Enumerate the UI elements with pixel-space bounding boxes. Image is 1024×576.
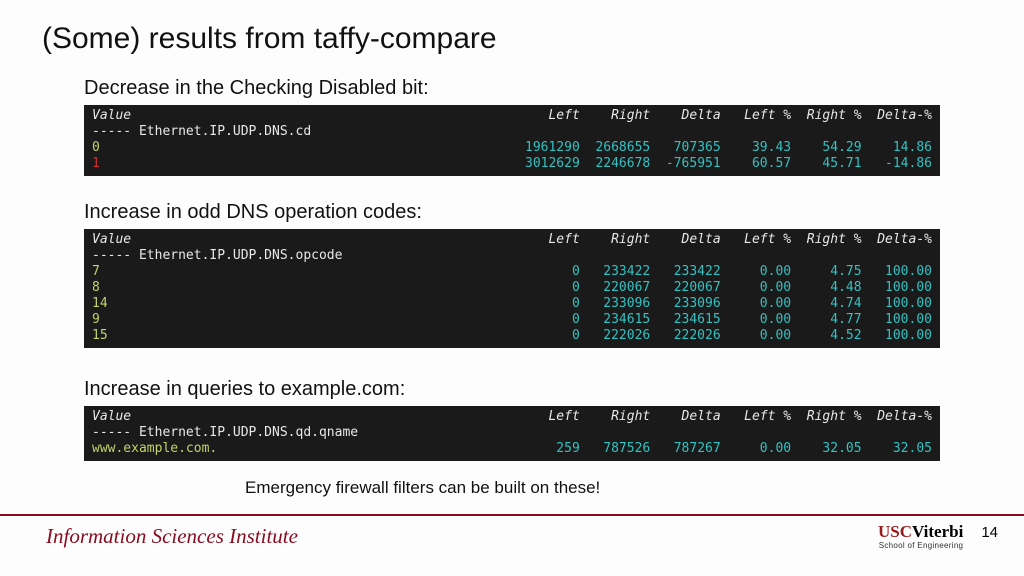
table-row: 9 0 234615 234615 0.00 4.77 100.00	[92, 312, 932, 328]
col-headers: Left Right Delta Left % Right % Delta-%	[470, 108, 932, 124]
subtitle-opcode: Increase in odd DNS operation codes:	[84, 201, 422, 224]
emergency-note: Emergency firewall filters can be built …	[245, 478, 600, 498]
viterbi-text: Viterbi	[912, 522, 963, 541]
qname-v: www.example.com.	[92, 441, 217, 456]
col-value: Value	[92, 409, 131, 424]
col-headers: Left Right Delta Left % Right % Delta-%	[470, 409, 932, 425]
usc-text: USC	[878, 522, 912, 541]
op-v-9: 9	[92, 312, 100, 327]
cd-data-0: 1961290 2668655 707365 39.43 54.29 14.86	[470, 140, 932, 156]
table-row: 0 1961290 2668655 707365 39.43 54.29 14.…	[92, 140, 932, 156]
op-d-7: 0 233422 233422 0.00 4.75 100.00	[517, 264, 932, 280]
subtitle-cd: Decrease in the Checking Disabled bit:	[84, 77, 429, 100]
col-headers: Left Right Delta Left % Right % Delta-%	[470, 232, 932, 248]
path-cd: ----- Ethernet.IP.UDP.DNS.cd	[92, 124, 932, 140]
op-d-15: 0 222026 222026 0.00 4.52 100.00	[517, 328, 932, 344]
op-v-15: 15	[92, 328, 108, 343]
table-row: 15 0 222026 222026 0.00 4.52 100.00	[92, 328, 932, 344]
op-d-14: 0 233096 233096 0.00 4.74 100.00	[517, 296, 932, 312]
path-opcode: ----- Ethernet.IP.UDP.DNS.opcode	[92, 248, 932, 264]
col-value: Value	[92, 108, 131, 123]
op-v-14: 14	[92, 296, 108, 311]
table-row: www.example.com. 259 787526 787267 0.00 …	[92, 441, 932, 457]
soe-text: School of Engineering	[878, 541, 963, 550]
op-v-7: 7	[92, 264, 100, 279]
op-d-9: 0 234615 234615 0.00 4.77 100.00	[517, 312, 932, 328]
terminal-opcode: Value Left Right Delta Left % Right % De…	[84, 229, 940, 348]
terminal-cd: Value Left Right Delta Left % Right % De…	[84, 105, 940, 176]
table-row: 8 0 220067 220067 0.00 4.48 100.00	[92, 280, 932, 296]
footer: Information Sciences Institute USCViterb…	[0, 514, 1024, 550]
page-number: 14	[981, 524, 998, 541]
table-row: 14 0 233096 233096 0.00 4.74 100.00	[92, 296, 932, 312]
op-d-8: 0 220067 220067 0.00 4.48 100.00	[517, 280, 932, 296]
col-value: Value	[92, 232, 131, 247]
cd-value-0: 0	[92, 140, 100, 155]
qname-d: 259 787526 787267 0.00 32.05 32.05	[541, 441, 932, 457]
table-row: 1 3012629 2246678 -765951 60.57 45.71 -1…	[92, 156, 932, 172]
table-row: 7 0 233422 233422 0.00 4.75 100.00	[92, 264, 932, 280]
isi-logo: Information Sciences Institute	[46, 524, 298, 549]
usc-viterbi-logo: USCViterbi School of Engineering	[878, 522, 963, 550]
path-qname: ----- Ethernet.IP.UDP.DNS.qd.qname	[92, 425, 932, 441]
terminal-qname: Value Left Right Delta Left % Right % De…	[84, 406, 940, 461]
slide: (Some) results from taffy-compare Decrea…	[0, 0, 1024, 576]
subtitle-qname: Increase in queries to example.com:	[84, 378, 405, 401]
op-v-8: 8	[92, 280, 100, 295]
page-title: (Some) results from taffy-compare	[42, 22, 497, 56]
cd-data-1: 3012629 2246678 -765951 60.57 45.71 -14.…	[470, 156, 932, 172]
cd-value-1: 1	[92, 156, 100, 171]
